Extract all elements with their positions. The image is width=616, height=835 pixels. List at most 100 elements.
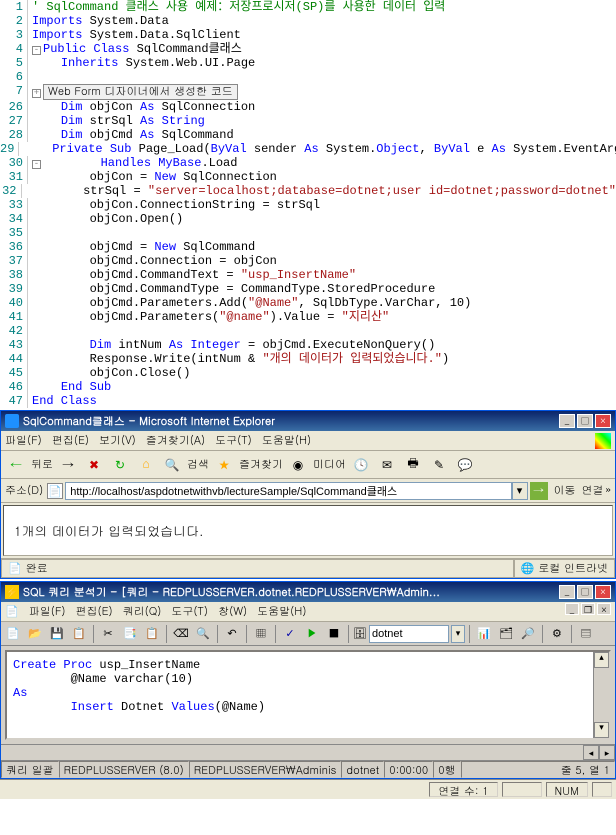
qa-minimize-button[interactable]: _ [559, 585, 575, 599]
minimize-button[interactable]: _ [559, 414, 575, 428]
code-line: 28 Dim objCmd As SqlCommand [0, 128, 616, 142]
menu-item[interactable]: 도움말(H) [257, 604, 306, 619]
mail-button[interactable]: ✉ [376, 454, 398, 476]
menu-item[interactable]: 쿼리(Q) [123, 604, 162, 619]
undo-button[interactable]: ↶ [222, 624, 242, 644]
close-button[interactable]: × [595, 414, 611, 428]
menu-item[interactable]: 파일(F) [5, 433, 42, 448]
open-button[interactable]: 📂 [25, 624, 45, 644]
stop-button[interactable]: ✖ [83, 454, 105, 476]
code-content[interactable]: Imports System.Data [28, 14, 169, 28]
menu-item[interactable]: 즐겨찾기(A) [146, 433, 205, 448]
current-conn-button[interactable]: ⚙ [547, 624, 567, 644]
expand-icon[interactable]: + [32, 89, 41, 98]
paste-button[interactable]: 📋 [142, 624, 162, 644]
estimated-plan-button[interactable]: 📊 [474, 624, 494, 644]
save-button[interactable]: 💾 [47, 624, 67, 644]
edit-button[interactable]: ✎ [428, 454, 450, 476]
menu-item[interactable]: 도움말(H) [262, 433, 311, 448]
clear-button[interactable]: ⌫ [171, 624, 191, 644]
sql-editor[interactable]: Create Proc usp_InsertName @Name varchar… [5, 650, 611, 740]
cut-button[interactable]: ✂ [98, 624, 118, 644]
address-label: 주소(D) [5, 483, 43, 498]
code-content[interactable]: objCmd.Parameters.Add("@Name", SqlDbType… [28, 296, 471, 310]
maximize-button[interactable]: □ [577, 414, 593, 428]
code-content[interactable]: objCmd.CommandType = CommandType.StoredP… [28, 282, 435, 296]
database-select[interactable] [369, 625, 449, 643]
insert-template-button[interactable]: 📋 [69, 624, 89, 644]
code-content[interactable]: ' SqlCommand 클래스 사용 예제：저장프로시저(SP)를 사용한 데… [28, 0, 445, 14]
print-button[interactable]: 🖶 [402, 454, 424, 476]
find-button[interactable]: 🔍 [193, 624, 213, 644]
menu-item[interactable]: 창(W) [218, 604, 247, 619]
favorites-button[interactable]: ★ [213, 454, 235, 476]
collapsed-region[interactable]: Web Form 디자이너에서 생성한 코드 [43, 84, 238, 100]
menu-item[interactable]: 보기(V) [99, 433, 136, 448]
code-content[interactable] [28, 324, 39, 338]
code-content[interactable]: objCon.ConnectionString = strSql [28, 198, 320, 212]
execute-mode-button[interactable]: ▦ [251, 624, 271, 644]
code-content[interactable]: -Public Class SqlCommand클래스 [28, 42, 242, 56]
qa-icon: ⚡ [5, 585, 19, 599]
system-menu-icon[interactable]: 📄 [5, 604, 19, 619]
links-label[interactable]: 연결 [582, 483, 604, 498]
menu-item[interactable]: 파일(F) [29, 604, 66, 619]
code-content[interactable]: Dim strSql As String [28, 114, 205, 128]
menu-item[interactable]: 편집(E) [76, 604, 113, 619]
code-content[interactable]: End Class [28, 394, 97, 408]
code-content[interactable]: objCon.Open() [28, 212, 183, 226]
object-browser-button[interactable]: 🗂 [496, 624, 516, 644]
menu-item[interactable]: 도구(T) [215, 433, 252, 448]
code-content[interactable]: objCmd = New SqlCommand [28, 240, 255, 254]
collapse-icon[interactable]: - [32, 160, 41, 169]
qa-child-minimize[interactable]: _ [565, 603, 579, 615]
address-input[interactable] [65, 482, 511, 500]
code-content[interactable]: +Web Form 디자이너에서 생성한 코드 [28, 84, 238, 100]
media-button[interactable]: ◉ [287, 454, 309, 476]
back-button[interactable]: ← [5, 454, 27, 476]
copy-button[interactable]: 📑 [120, 624, 140, 644]
results-button[interactable]: ▤ [576, 624, 596, 644]
code-content[interactable]: Inherits System.Web.UI.Page [28, 56, 255, 70]
ie-window: SqlCommand클래스 - Microsoft Internet Explo… [0, 410, 616, 579]
code-content[interactable] [28, 226, 39, 240]
code-content[interactable]: - Handles MyBase.Load [28, 156, 237, 170]
history-button[interactable]: 🕓 [350, 454, 372, 476]
qa-maximize-button[interactable]: □ [577, 585, 593, 599]
code-line: 7+Web Form 디자이너에서 생성한 코드 [0, 84, 616, 100]
menu-item[interactable]: 편집(E) [52, 433, 89, 448]
code-content[interactable]: End Sub [28, 380, 111, 394]
code-content[interactable]: Response.Write(intNum & "개의 데이터가 입력되었습니다… [28, 352, 449, 366]
code-content[interactable]: objCon.Close() [28, 366, 190, 380]
code-content[interactable] [28, 70, 39, 84]
code-content[interactable]: objCon = New SqlConnection [28, 170, 277, 184]
code-content[interactable]: objCmd.Parameters("@name").Value = "지리산" [28, 310, 389, 324]
code-content[interactable]: Dim intNum As Integer = objCmd.ExecuteNo… [28, 338, 435, 352]
discuss-button[interactable]: 💬 [454, 454, 476, 476]
refresh-button[interactable]: ↻ [109, 454, 131, 476]
object-search-button[interactable]: 🔎 [518, 624, 538, 644]
code-content[interactable]: Imports System.Data.SqlClient [28, 28, 241, 42]
new-query-button[interactable]: 📄 [3, 624, 23, 644]
code-content[interactable]: Dim objCon As SqlConnection [28, 100, 255, 114]
collapse-icon[interactable]: - [32, 46, 41, 55]
home-button[interactable]: ⌂ [135, 454, 157, 476]
numlock-indicator: NUM [546, 782, 588, 797]
qa-child-close[interactable]: × [597, 603, 611, 615]
menu-item[interactable]: 도구(T) [171, 604, 208, 619]
code-content[interactable]: strSql = "server=localhost;database=dotn… [22, 184, 616, 198]
search-button[interactable]: 🔍 [161, 454, 183, 476]
go-button[interactable]: → [530, 482, 548, 500]
qa-child-restore[interactable]: ❐ [581, 603, 595, 615]
code-content[interactable]: objCmd.CommandText = "usp_InsertName" [28, 268, 356, 282]
code-content[interactable]: Dim objCmd As SqlCommand [28, 128, 234, 142]
parse-button[interactable]: ✓ [280, 624, 300, 644]
line-number: 36 [0, 240, 28, 254]
qa-close-button[interactable]: × [595, 585, 611, 599]
code-content[interactable]: objCmd.Connection = objCon [28, 254, 277, 268]
scrollbar[interactable]: ▴ ▾ [593, 652, 609, 738]
cancel-exec-button[interactable]: ■ [324, 624, 344, 644]
execute-button[interactable]: ▶ [302, 624, 322, 644]
code-content[interactable]: Private Sub Page_Load(ByVal sender As Sy… [19, 142, 616, 156]
forward-button[interactable]: → [57, 454, 79, 476]
